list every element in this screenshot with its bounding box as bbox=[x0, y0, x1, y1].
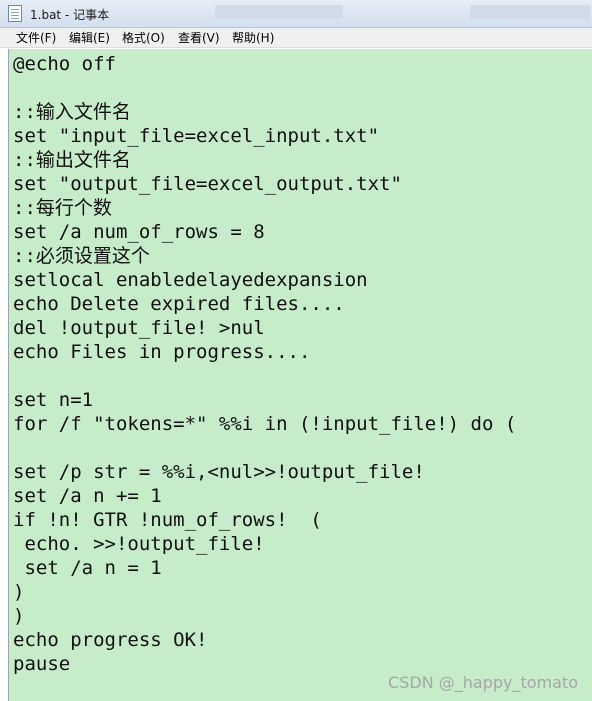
code-line: echo Files in progress.... bbox=[13, 341, 311, 363]
code-line: set "input_file=excel_input.txt" bbox=[13, 125, 380, 147]
code-line: ::每行个数 bbox=[13, 197, 112, 219]
title-bar: 1.bat - 记事本 bbox=[0, 0, 592, 28]
menu-file[interactable]: 文件(F) bbox=[14, 30, 58, 46]
code-line: set n=1 bbox=[13, 389, 94, 411]
background-tab-placeholder bbox=[470, 5, 590, 19]
watermark: CSDN @_happy_tomato bbox=[388, 673, 578, 692]
text-editor[interactable]: @echo off::输入文件名 set "input_file=excel_in… bbox=[8, 49, 592, 701]
menu-edit[interactable]: 编辑(E) bbox=[67, 30, 112, 46]
code-line: set "output_file=excel_output.txt" bbox=[13, 173, 402, 195]
menu-view[interactable]: 查看(V) bbox=[176, 30, 222, 46]
menu-help[interactable]: 帮助(H) bbox=[230, 30, 276, 46]
code-line: setlocal enabledelayedexpansion bbox=[13, 269, 368, 291]
code-line: set /a n += 1 bbox=[13, 485, 162, 507]
code-content[interactable]: @echo off::输入文件名 set "input_file=excel_in… bbox=[9, 49, 592, 676]
code-line: @echo off bbox=[13, 53, 116, 75]
background-tab-placeholder bbox=[215, 5, 343, 19]
code-line: for /f "tokens=*" %%i in (!input_file!) … bbox=[13, 413, 517, 435]
code-line: echo. >>!output_file! bbox=[13, 533, 265, 555]
code-line: ) bbox=[13, 581, 25, 603]
menu-bar: 文件(F) 编辑(E) 格式(O) 查看(V) 帮助(H) bbox=[0, 28, 592, 48]
notepad-icon bbox=[8, 5, 22, 22]
code-line: ::输出文件名 bbox=[13, 149, 131, 171]
code-line: ::必须设置这个 bbox=[13, 245, 150, 267]
code-line: echo Delete expired files.... bbox=[13, 293, 345, 315]
menu-format[interactable]: 格式(O) bbox=[120, 30, 167, 46]
code-line: set /p str = %%i,<nul>>!output_file! bbox=[13, 461, 425, 483]
code-line: ) bbox=[13, 605, 25, 627]
code-line: if !n! GTR !num_of_rows! ( bbox=[13, 509, 322, 531]
code-line: echo progress OK! bbox=[13, 629, 208, 651]
code-line: ::输入文件名 bbox=[13, 101, 131, 123]
window-title: 1.bat - 记事本 bbox=[30, 8, 110, 22]
code-line: set /a n = 1 bbox=[13, 557, 162, 579]
code-line: set /a num_of_rows = 8 bbox=[13, 221, 265, 243]
code-line: del !output_file! >nul bbox=[13, 317, 265, 339]
